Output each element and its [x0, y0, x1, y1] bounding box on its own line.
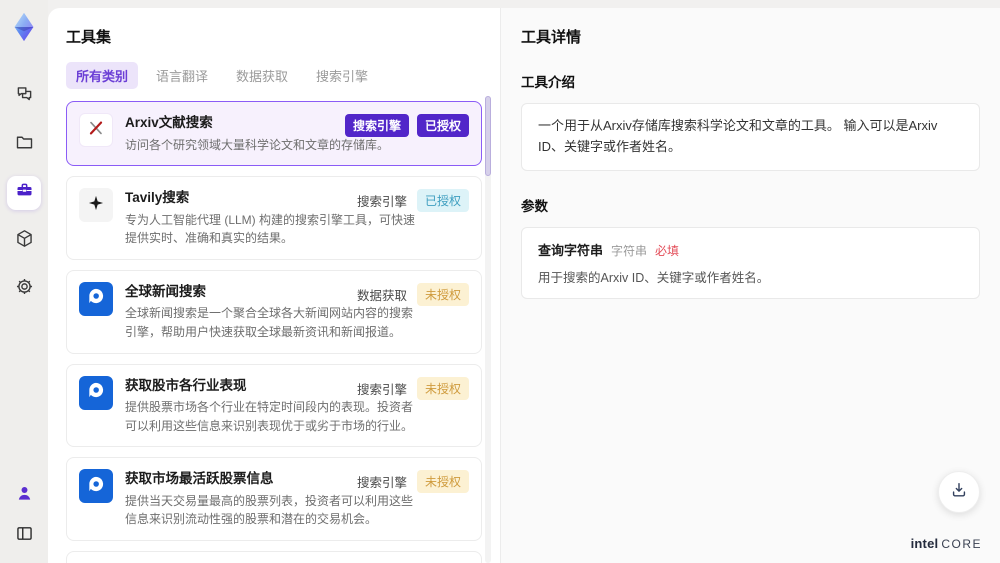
param-name: 查询字符串 [538, 242, 604, 258]
param-box: 查询字符串 字符串 必填 用于搜索的Arxiv ID、关键字或作者姓名。 [521, 226, 980, 299]
category-tab[interactable]: 所有类别 [66, 62, 139, 89]
tool-description: 提供当天交易量最高的股票列表，投资者可以利用这些信息来识别流动性强的股票和潜在的… [125, 493, 414, 527]
sidebar-item-files[interactable] [7, 128, 41, 162]
sidebar-item-tools[interactable] [7, 176, 41, 210]
brand-secondary: CORE [941, 537, 982, 551]
tool-list: Arxiv文献搜索 访问各个研究领域大量科学论文和文章的存储库。 搜索引擎 已授… [66, 101, 482, 563]
tool-icon [79, 281, 113, 316]
sidebar-item-settings[interactable] [7, 272, 41, 306]
sidebar-item-collapse[interactable] [9, 521, 39, 551]
tavily-star-icon [86, 193, 106, 218]
app-window: 工具集 所有类别 语言翻译 数据获取 搜索引擎 Arxiv文献搜索 访问各个研究… [0, 0, 1000, 563]
arxiv-icon [86, 118, 106, 143]
chat-icon [14, 84, 35, 110]
sidebar-item-chat[interactable] [7, 80, 41, 114]
main-content: 工具集 所有类别 语言翻译 数据获取 搜索引擎 Arxiv文献搜索 访问各个研究… [48, 8, 1000, 563]
tool-meta: 搜索引擎 未授权 [356, 470, 469, 494]
category-tab[interactable]: 搜索引擎 [306, 62, 378, 89]
news-aggregator-icon [86, 286, 106, 311]
category-tab[interactable]: 语言翻译 [146, 62, 218, 89]
sidebar-nav [7, 80, 41, 306]
category-tab[interactable]: 数据获取 [226, 62, 298, 89]
brand-primary: intel [910, 536, 939, 551]
gear-icon [14, 276, 35, 302]
tool-meta: 搜索引擎 未授权 [356, 376, 469, 400]
tool-icon [79, 469, 113, 504]
tool-status-badge: 未授权 [416, 470, 469, 494]
cube-icon [14, 228, 35, 254]
sidebar-item-models[interactable] [7, 224, 41, 258]
toolbox-icon [14, 180, 35, 206]
tool-description: 全球新闻搜索是一个聚合全球各大新闻网站内容的搜索引擎，帮助用户快速获取全球最新资… [125, 306, 414, 340]
tool-card[interactable]: 全球新闻搜索 全球新闻搜索是一个聚合全球各大新闻网站内容的搜索引擎，帮助用户快速… [66, 269, 482, 354]
page-title: 工具集 [66, 29, 112, 46]
tool-card[interactable]: Tavily搜索 专为人工智能代理 (LLM) 构建的搜索引擎工具，可快速提供实… [66, 176, 482, 260]
intro-text: 一个用于从Arxiv存储库搜索科学论文和文章的工具。 输入可以是Arxiv ID… [538, 118, 938, 154]
tool-meta: 搜索引擎 已授权 [356, 189, 469, 213]
tool-card[interactable]: Arxiv文献搜索 访问各个研究领域大量科学论文和文章的存储库。 搜索引擎 已授… [66, 101, 482, 167]
tool-category-badge: 搜索引擎 [356, 195, 407, 210]
intro-heading: 工具介绍 [521, 75, 575, 90]
tool-status-badge: 未授权 [416, 282, 469, 306]
download-icon [949, 480, 969, 505]
download-button[interactable] [938, 471, 980, 513]
tool-meta: 搜索引擎 已授权 [344, 114, 469, 137]
tool-status-badge: 已授权 [416, 189, 469, 213]
tool-icon [79, 375, 113, 410]
tool-detail-panel: 工具详情 工具介绍 一个用于从Arxiv存储库搜索科学论文和文章的工具。 输入可… [500, 8, 1000, 563]
tool-category-badge: 搜索引擎 [356, 476, 407, 491]
scrollbar-thumb[interactable] [485, 96, 491, 176]
tool-description: 提供股票市场各个行业在特定时间段内的表现。投资者可以利用这些信息来识别表现优于或… [125, 400, 414, 433]
tool-category-badge: 搜索引擎 [356, 382, 407, 397]
news-aggregator-icon [86, 380, 106, 405]
sidebar-item-profile[interactable] [9, 481, 39, 511]
param-required-badge: 必填 [655, 243, 680, 258]
tool-list-panel: 工具集 所有类别 语言翻译 数据获取 搜索引擎 Arxiv文献搜索 访问各个研究… [48, 8, 500, 563]
intro-box: 一个用于从Arxiv存储库搜索科学论文和文章的工具。 输入可以是Arxiv ID… [521, 103, 980, 171]
tool-icon [79, 113, 113, 147]
tool-category-badge: 数据获取 [356, 288, 407, 303]
app-logo-icon [7, 10, 41, 44]
tool-card[interactable]: 获取市场最活跃股票信息 提供当天交易量最高的股票列表，投资者可以利用这些信息来识… [66, 457, 482, 542]
param-type: 字符串 [611, 243, 648, 258]
tool-card[interactable]: 获取股市各行业表现 提供股票市场各个行业在特定时间段内的表现。投资者可以利用这些… [66, 363, 482, 448]
sidebar-bottom [9, 481, 39, 563]
panel-toggle-icon [14, 523, 35, 549]
tool-description: 专为人工智能代理 (LLM) 构建的搜索引擎工具，可快速提供实时、准确和真实的结… [125, 212, 416, 246]
tool-status-badge: 未授权 [416, 376, 469, 400]
news-aggregator-icon [86, 474, 106, 499]
tool-category-badge: 搜索引擎 [344, 114, 409, 137]
scrollbar-track[interactable] [485, 96, 491, 563]
detail-title: 工具详情 [521, 29, 582, 46]
category-tabs: 所有类别 语言翻译 数据获取 搜索引擎 [66, 62, 482, 89]
user-icon [14, 483, 35, 509]
tool-status-badge: 已授权 [416, 114, 469, 137]
params-heading: 参数 [521, 198, 548, 214]
param-header-row: 查询字符串 字符串 必填 [538, 240, 963, 259]
tool-icon [79, 188, 113, 223]
tool-description: 访问各个研究领域大量科学论文和文章的存储库。 [125, 137, 390, 152]
folder-icon [14, 132, 35, 158]
tool-meta: 数据获取 未授权 [356, 282, 469, 306]
tool-card[interactable]: 万维地区新闻查询 查询具体行政区划内的新闻，快速了解各地新闻动态 搜索引擎 未授… [66, 551, 482, 563]
sidebar [0, 0, 48, 563]
param-description: 用于搜索的Arxiv ID、关键字或作者姓名。 [538, 270, 770, 285]
intel-core-logo: intel CORE [911, 536, 982, 551]
